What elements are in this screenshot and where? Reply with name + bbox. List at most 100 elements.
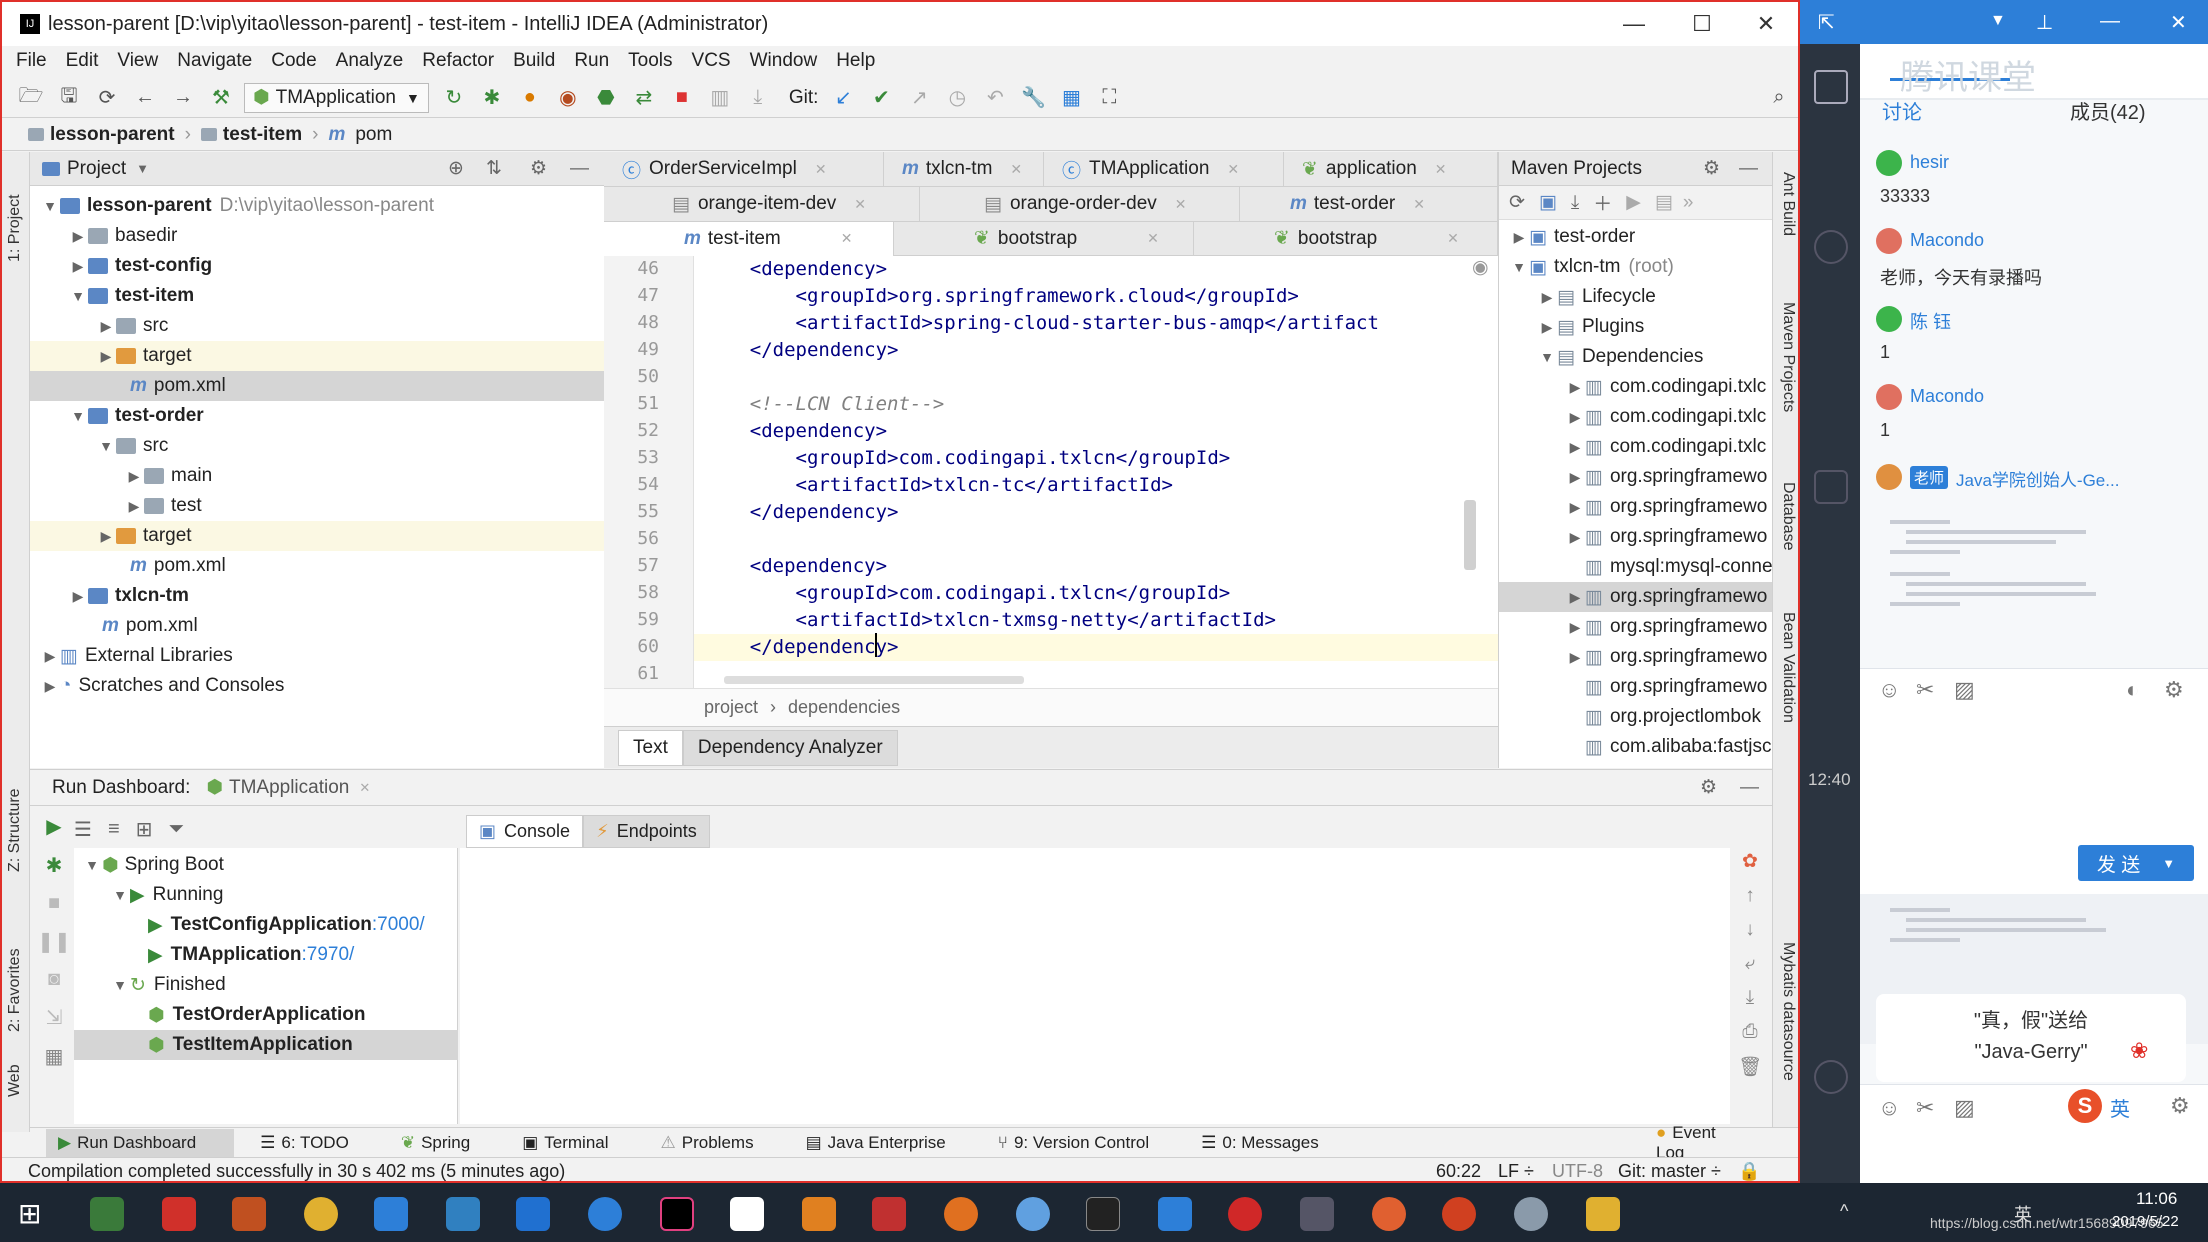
message-author[interactable]: Macondo bbox=[1910, 230, 1984, 251]
more-icon[interactable]: » bbox=[1683, 192, 1694, 214]
close-icon[interactable]: ✕ bbox=[1175, 196, 1187, 213]
maven-tree-row[interactable]: ▥ org.springframewo bbox=[1565, 672, 1767, 702]
open-folder-icon[interactable]: 🗁 bbox=[16, 83, 46, 113]
menu-run[interactable]: Run bbox=[574, 50, 609, 72]
search-everywhere-icon[interactable]: ⌕ bbox=[1764, 83, 1794, 113]
tab-orange-item-dev[interactable]: ▤ orange-item-dev ✕ bbox=[604, 187, 920, 221]
close-icon[interactable]: ✕ bbox=[1447, 230, 1459, 247]
save-icon[interactable]: 🖫 bbox=[54, 83, 84, 113]
maven-tree-row[interactable]: ▼ ▣ txlcn-tm (root) bbox=[1509, 252, 1674, 282]
gear-icon[interactable]: ⚙ bbox=[2170, 1093, 2190, 1119]
cursor-position[interactable]: 60:22 bbox=[1436, 1161, 1481, 1181]
code-editor[interactable]: 46 <dependency> 47 <groupId>org.springfra… bbox=[604, 256, 1498, 688]
tab-application[interactable]: ❦ application ✕ bbox=[1284, 152, 1498, 186]
translate-icon[interactable]: ⛶ bbox=[1094, 83, 1124, 113]
tree-row[interactable]: ▶ test-config bbox=[68, 251, 213, 281]
lock-icon[interactable]: 🔒 bbox=[1738, 1161, 1760, 1181]
code-line[interactable]: <artifactId>txlcn-tc</artifactId> bbox=[704, 474, 1174, 496]
tree-row[interactable]: ▶ main bbox=[124, 461, 213, 491]
code-line[interactable]: <groupId>com.codingapi.txlcn</groupId> bbox=[704, 447, 1231, 469]
tree-row[interactable]: ▶ src bbox=[96, 311, 169, 341]
code-line[interactable]: <artifactId>txlcn-txmsg-netty</artifactI… bbox=[704, 609, 1276, 631]
image-icon[interactable]: ▨ bbox=[1954, 1095, 1975, 1121]
update-running-icon[interactable]: ⇄ bbox=[629, 83, 659, 113]
tab-txlcn-tm[interactable]: m txlcn-tm ✕ bbox=[884, 152, 1044, 186]
scroll-end-icon[interactable]: ⤓ bbox=[1746, 987, 1754, 1009]
editor-scrollbar[interactable] bbox=[1464, 500, 1476, 570]
sync-icon[interactable]: ⟳ bbox=[92, 83, 122, 113]
tool-web-label[interactable]: Web bbox=[6, 1064, 24, 1097]
screen-share-icon[interactable] bbox=[1814, 70, 1848, 104]
camera-icon[interactable] bbox=[1814, 230, 1848, 264]
close-icon[interactable]: ✕ bbox=[1413, 196, 1425, 213]
chevron-down-icon[interactable]: ▼ bbox=[2162, 856, 2175, 871]
tab-tmapplication[interactable]: ⓒ TMApplication ✕ bbox=[1044, 152, 1284, 186]
debug-icon[interactable]: ✱ bbox=[46, 853, 63, 878]
tree-row[interactable]: ▼ ⬢ Spring Boot bbox=[82, 850, 224, 880]
group-icon[interactable]: ⊞ bbox=[136, 817, 153, 842]
git-revert-icon[interactable]: ↶ bbox=[980, 83, 1010, 113]
app-icon[interactable] bbox=[1300, 1197, 1334, 1231]
gear-icon[interactable]: ⚙ bbox=[530, 157, 547, 180]
arrow-up-icon[interactable]: ↑ bbox=[1745, 885, 1755, 907]
maven-tree-row[interactable]: ▶ ▤ Lifecycle bbox=[1537, 282, 1656, 312]
tree-row[interactable]: ▼ lesson-parent D:\vip\yitao\lesson-parent bbox=[40, 191, 434, 221]
app-icon[interactable] bbox=[730, 1197, 764, 1231]
pause-icon[interactable]: ❚❚ bbox=[37, 929, 71, 954]
maven-tree-row[interactable]: ▶ ▥ org.springframewo bbox=[1565, 462, 1768, 492]
build-hammer-icon[interactable]: ⚒ bbox=[206, 83, 236, 113]
run-goal-icon[interactable]: ▶ bbox=[1626, 191, 1641, 214]
tree-row[interactable]: ▶ ◔ Scratches and Consoles bbox=[40, 671, 285, 701]
app-icon[interactable] bbox=[516, 1197, 550, 1231]
tool-database-label[interactable]: Database bbox=[1779, 482, 1797, 551]
popout-icon[interactable]: ⇱ bbox=[1818, 10, 1835, 35]
tool-version-control[interactable]: ⑂ 9: Version Control bbox=[998, 1133, 1175, 1153]
tab-test-order[interactable]: m test-order ✕ bbox=[1240, 187, 1498, 221]
scissors-icon[interactable]: ✂ bbox=[1916, 677, 1934, 703]
forward-icon[interactable]: → bbox=[168, 83, 198, 113]
crumb-project[interactable]: project bbox=[704, 697, 758, 718]
code-line[interactable]: <artifactId>spring-cloud-starter-bus-amq… bbox=[704, 312, 1379, 334]
breadcrumb-lesson-parent[interactable]: lesson-parent bbox=[50, 124, 175, 146]
image-icon[interactable]: ▨ bbox=[1954, 677, 1975, 703]
tree-row[interactable]: ⬢ TestOrderApplication bbox=[148, 1000, 365, 1030]
expand-all-icon[interactable]: ☰ bbox=[74, 817, 92, 842]
app-icon[interactable] bbox=[872, 1197, 906, 1231]
filter-icon[interactable]: ⏷ bbox=[168, 818, 184, 841]
locate-icon[interactable]: ⊕ bbox=[448, 157, 464, 180]
chevron-down-icon[interactable]: ▼ bbox=[136, 161, 149, 176]
tool-run-dashboard[interactable]: ▶ Run Dashboard bbox=[46, 1128, 235, 1157]
message-author[interactable]: Java学院创始人-Ge... bbox=[1956, 466, 2119, 491]
maven-tree-row[interactable]: ▶ ▥ org.springframewo bbox=[1565, 492, 1768, 522]
code-line[interactable]: </dependency> bbox=[704, 339, 899, 361]
security-app-icon[interactable] bbox=[90, 1197, 124, 1231]
tree-row[interactable]: ⬢ TestItemApplication bbox=[148, 1030, 353, 1060]
code-line[interactable]: </dependency> bbox=[704, 636, 899, 658]
app-icon[interactable] bbox=[1372, 1197, 1406, 1231]
menu-code[interactable]: Code bbox=[271, 50, 316, 72]
tool-problems[interactable]: ⚠ Problems bbox=[661, 1133, 780, 1153]
maven-tree-row[interactable]: ▶ ▣ test-order bbox=[1509, 222, 1636, 252]
attach-icon[interactable]: ⬣ bbox=[591, 83, 621, 113]
gear-icon[interactable]: ⚙ bbox=[2164, 677, 2184, 703]
tool-ant-build-label[interactable]: Ant Build bbox=[1779, 172, 1797, 236]
back-icon[interactable]: ← bbox=[130, 83, 160, 113]
spring-icon[interactable]: ✿ bbox=[1742, 850, 1758, 873]
tree-row[interactable]: ▶ TestConfigApplication:7000/ bbox=[148, 910, 425, 940]
tray-chevron-icon[interactable]: ^ bbox=[1840, 1201, 1848, 1222]
maven-tree-row[interactable]: ▶ ▥ org.springframewo bbox=[1565, 642, 1768, 672]
breadcrumb-pom[interactable]: pom bbox=[355, 124, 392, 146]
app-icon[interactable] bbox=[588, 1197, 622, 1231]
generate-sources-icon[interactable]: ▣ bbox=[1539, 191, 1557, 214]
stop-icon[interactable]: ■ bbox=[667, 83, 697, 113]
tool-messages[interactable]: ☰ 0: Messages bbox=[1201, 1133, 1345, 1153]
crumb-dependencies[interactable]: dependencies bbox=[788, 697, 900, 718]
tree-row[interactable]: ▶ test bbox=[124, 491, 202, 521]
maven-tree-row[interactable]: ▥ org.projectlombok bbox=[1565, 702, 1761, 732]
tree-row[interactable]: ▼ ▶ Running bbox=[110, 880, 223, 910]
tree-row[interactable]: ▼ ↻ Finished bbox=[110, 970, 226, 1000]
port-link[interactable]: :7000/ bbox=[372, 914, 425, 936]
end-class-icon[interactable] bbox=[1814, 1060, 1848, 1094]
explorer-icon[interactable] bbox=[1586, 1197, 1620, 1231]
app-icon[interactable] bbox=[162, 1197, 196, 1231]
